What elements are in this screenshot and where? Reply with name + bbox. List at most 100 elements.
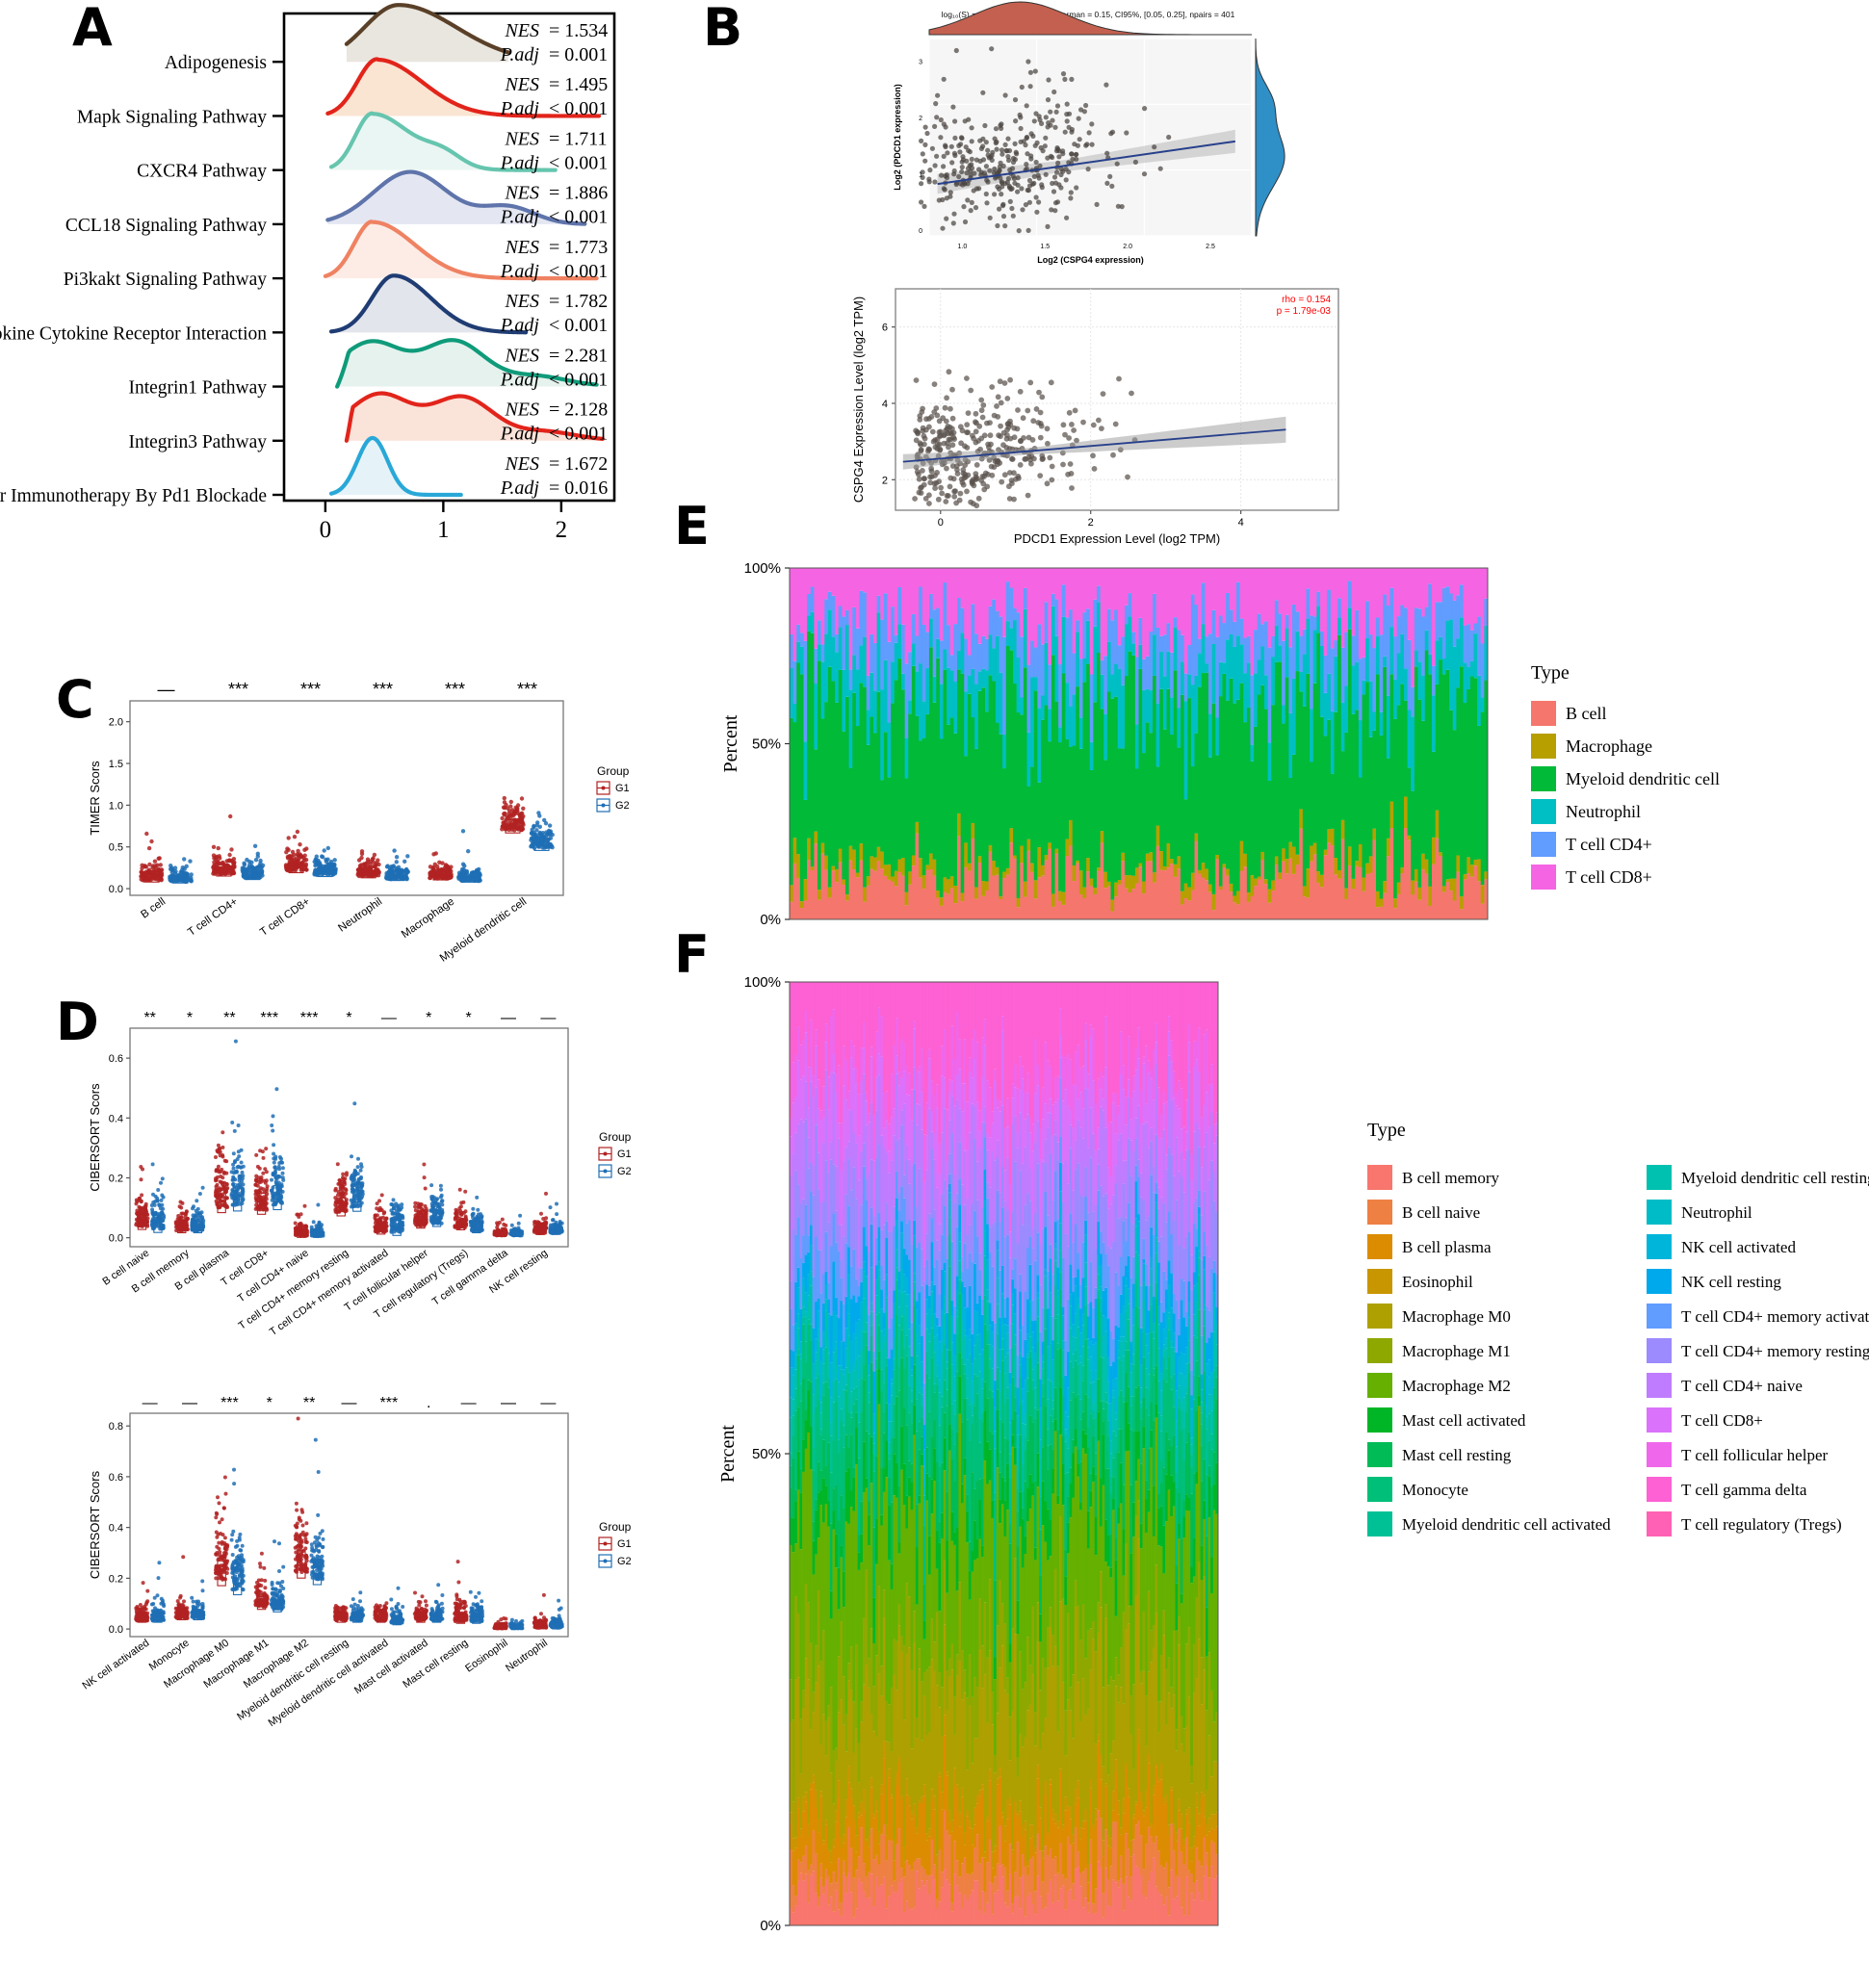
scatter-point [987, 168, 993, 173]
jitter-point [160, 1202, 165, 1207]
jitter-point [534, 823, 539, 828]
jitter-point [236, 1123, 241, 1127]
jitter-point [286, 836, 291, 840]
panel-a: Adipogenesis NES = 1.534 P.adj = 0.001 Mapk S… [0, 0, 636, 543]
jitter-point [339, 1198, 344, 1202]
jitter-point [156, 1610, 161, 1614]
jitter-point [356, 1156, 360, 1161]
scatter-point [1132, 159, 1138, 165]
jitter-point [286, 847, 291, 852]
scatter-point [1011, 496, 1017, 503]
jitter-point [200, 1602, 205, 1606]
scatter-point [1055, 160, 1061, 166]
scatter-point [980, 402, 987, 408]
scatter-point [1067, 461, 1074, 467]
scatter-point [917, 440, 923, 447]
jitter-point [337, 1208, 342, 1213]
jitter-point [545, 832, 550, 837]
scatter-point [1015, 189, 1021, 194]
jitter-point [536, 1226, 540, 1231]
jitter-point [149, 1602, 154, 1607]
jitter-point [253, 1182, 258, 1187]
scatter-point [1051, 189, 1057, 194]
scatter-point [989, 472, 996, 478]
scatter-point [999, 203, 1006, 209]
jitter-point [216, 1149, 221, 1154]
y-tick-label: 0 [919, 228, 922, 235]
significance-marker: *** [445, 680, 465, 699]
pvalue-annotation: p = 1.79e-03 [1277, 306, 1332, 317]
padj-key: P.adj [500, 98, 540, 119]
scatter-point [1006, 157, 1012, 164]
scatter-point [1069, 485, 1075, 491]
pathway-label: Integrin3 Pathway [128, 432, 267, 452]
scatter-point [1000, 429, 1007, 436]
jitter-point [258, 858, 263, 864]
scatter-point [969, 156, 974, 162]
scatter-point [999, 192, 1004, 197]
jitter-point [233, 1039, 238, 1044]
jitter-point [214, 1570, 218, 1575]
scatter-point [995, 222, 1000, 229]
jitter-point [343, 1176, 348, 1181]
scatter-point [1037, 163, 1043, 168]
scatter-point [947, 194, 953, 199]
jitter-point [192, 1204, 195, 1209]
scatter-point [931, 381, 938, 387]
significance-marker: *** [221, 1395, 239, 1411]
nes-value: = 1.782 [549, 291, 608, 312]
scatter-point [983, 164, 989, 169]
jitter-point [298, 1226, 301, 1230]
scatter-point [922, 435, 928, 442]
jitter-point [304, 867, 309, 872]
jitter-point [146, 845, 152, 851]
jitter-point [214, 1515, 219, 1520]
scatter-point [1125, 474, 1130, 480]
jitter-point [239, 1160, 244, 1165]
scatter-point [951, 493, 958, 500]
scatter-point [920, 151, 925, 157]
pathway-label: Integrin1 Pathway [128, 378, 267, 399]
scatter-point [1039, 185, 1045, 191]
jitter-point [230, 1121, 235, 1124]
padj-value: < 0.001 [549, 207, 608, 228]
scatter-point [944, 493, 950, 499]
scatter-point [1074, 151, 1079, 157]
scatter-point [969, 199, 974, 205]
jitter-point [263, 1586, 268, 1590]
jitter-point [227, 852, 232, 858]
jitter-point [502, 795, 506, 801]
jitter-point [292, 835, 298, 839]
scatter-point [962, 118, 968, 124]
jitter-point [381, 1215, 385, 1220]
scatter-point [979, 414, 986, 421]
jitter-point [394, 860, 399, 865]
jitter-point [152, 859, 158, 864]
scatter-point [1033, 406, 1040, 412]
scatter-point [983, 140, 989, 145]
jitter-point [190, 1595, 195, 1600]
scatter-point [984, 200, 990, 206]
y-tick-label: 2 [882, 475, 888, 486]
padj-key: P.adj [500, 478, 540, 499]
jitter-point [258, 1149, 263, 1153]
jitter-point [217, 1546, 221, 1551]
scatter-point [992, 166, 998, 172]
panel-label-b: B [703, 0, 743, 58]
jitter-point [141, 1167, 144, 1172]
jitter-point [440, 1202, 445, 1207]
jitter-point [469, 870, 475, 875]
jitter-point [530, 827, 534, 832]
pathway-label: CXCR4 Pathway [137, 162, 267, 182]
scatter-point [949, 442, 956, 449]
jitter-point [235, 1538, 240, 1543]
jitter-point [276, 1192, 281, 1197]
jitter-point [185, 1606, 190, 1611]
jitter-point [222, 1158, 227, 1163]
category-label: B cell [139, 896, 168, 921]
jitter-point [157, 1561, 162, 1565]
jitter-point [399, 867, 404, 872]
scatter-point [1089, 121, 1095, 127]
jitter-point [159, 867, 165, 872]
scatter-point [1066, 169, 1072, 175]
